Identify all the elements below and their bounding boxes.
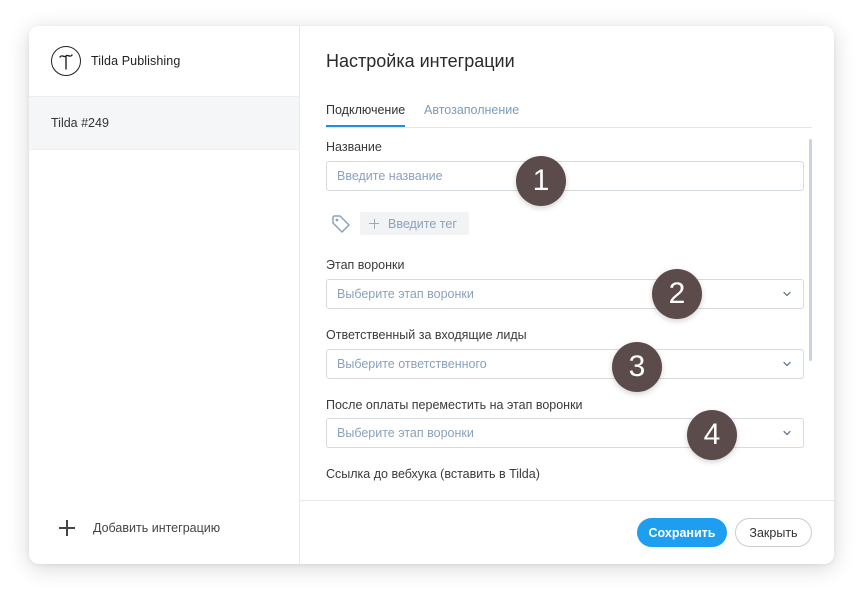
add-integration-button[interactable]: Добавить интеграцию — [59, 520, 220, 536]
funnel-stage-label: Этап воронки — [326, 258, 405, 272]
brand-name: Tilda Publishing — [91, 54, 181, 68]
footer: Сохранить Закрыть — [300, 500, 834, 564]
tab-autofill[interactable]: Автозаполнение — [424, 103, 519, 127]
tabs: Подключение Автозаполнение — [326, 103, 812, 128]
integration-settings-window: Tilda Publishing Tilda #249 Добавить инт… — [29, 26, 834, 564]
brand: Tilda Publishing — [51, 44, 180, 78]
responsible-label: Ответственный за входящие лиды — [326, 328, 527, 342]
save-button[interactable]: Сохранить — [637, 518, 727, 547]
tag-icon — [332, 214, 350, 233]
chevron-down-icon — [783, 361, 791, 367]
callout-3: 3 — [612, 342, 662, 392]
page-title: Настройка интеграции — [326, 51, 515, 71]
sidebar-item-tilda-249[interactable]: Tilda #249 — [29, 96, 299, 150]
name-field-label: Название — [326, 140, 382, 154]
plus-icon — [369, 218, 379, 229]
tag-input[interactable]: Введите тег — [360, 212, 469, 235]
name-input-placeholder: Введите название — [337, 169, 443, 183]
tilda-logo-icon — [51, 46, 81, 76]
sidebar: Tilda Publishing Tilda #249 Добавить инт… — [29, 26, 300, 564]
callout-2: 2 — [652, 269, 702, 319]
tilda-logo-glyph — [59, 54, 73, 70]
chevron-down-icon — [783, 430, 791, 436]
tag-input-placeholder: Введите тег — [388, 216, 457, 231]
callout-1: 1 — [516, 156, 566, 206]
plus-icon — [59, 520, 75, 536]
sidebar-item-label: Tilda #249 — [51, 116, 109, 130]
funnel-stage-placeholder: Выберите этап воронки — [337, 287, 474, 301]
webhook-label: Ссылка до вебхука (вставить в Tilda) — [326, 467, 540, 481]
tag-row: Введите тег — [330, 212, 469, 235]
add-integration-label: Добавить интеграцию — [93, 521, 221, 535]
funnel-stage-select[interactable]: Выберите этап воронки — [326, 279, 804, 309]
close-button[interactable]: Закрыть — [735, 518, 812, 547]
chevron-down-icon — [783, 291, 791, 297]
tab-connection[interactable]: Подключение — [326, 103, 406, 127]
main-panel: Настройка интеграции Подключение Автозап… — [300, 26, 834, 564]
scrollbar[interactable] — [809, 139, 812, 361]
callout-4: 4 — [687, 410, 737, 460]
responsible-placeholder: Выберите ответственного — [337, 357, 487, 371]
after-payment-stage-label: После оплаты переместить на этап воронки — [326, 398, 583, 412]
after-payment-stage-placeholder: Выберите этап воронки — [337, 426, 474, 440]
responsible-select[interactable]: Выберите ответственного — [326, 349, 804, 379]
